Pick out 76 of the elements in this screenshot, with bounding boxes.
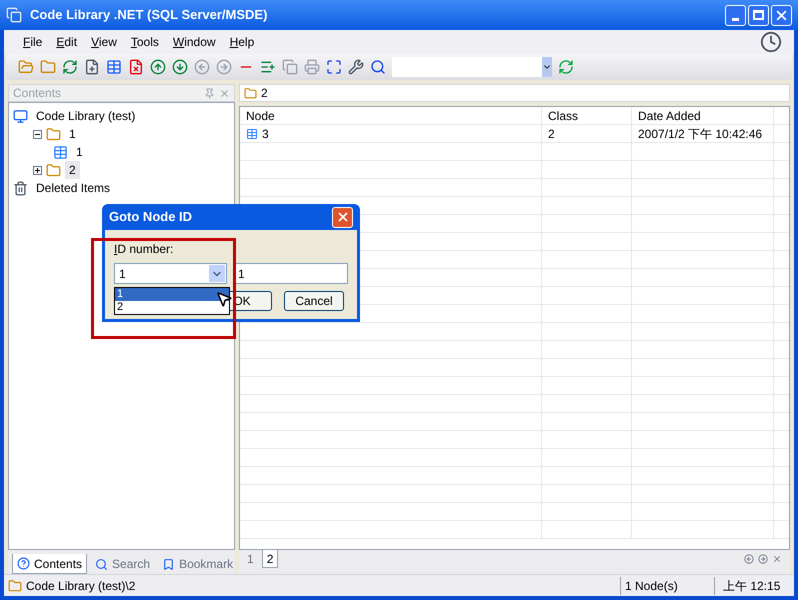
expander-icon[interactable] <box>33 130 42 138</box>
delete-file-icon[interactable] <box>128 59 144 75</box>
column-header[interactable]: Node <box>240 107 542 124</box>
pin-icon[interactable] <box>204 88 215 98</box>
expander-icon[interactable] <box>33 166 42 174</box>
fit-icon[interactable] <box>326 59 342 75</box>
minimize-icon <box>732 18 739 20</box>
folder-icon <box>8 578 22 592</box>
document-title: 2 <box>261 85 268 102</box>
scroll-left-icon[interactable] <box>744 554 754 564</box>
panel-tab[interactable]: Bookmark <box>158 554 238 574</box>
open-folder-icon[interactable] <box>18 59 34 75</box>
menu-item[interactable]: Tools <box>124 33 166 51</box>
tree-item[interactable]: Code Library (test) <box>32 107 140 125</box>
table-icon <box>53 144 68 160</box>
close-button[interactable] <box>332 206 353 228</box>
minimize-button[interactable] <box>725 4 746 26</box>
clock-icon <box>760 31 782 53</box>
column-header[interactable]: Class <box>542 107 632 124</box>
id-field[interactable]: 1 <box>233 263 348 284</box>
tools-icon[interactable] <box>348 59 364 75</box>
panel-tab[interactable]: Search <box>91 554 154 574</box>
help-book-icon <box>17 557 30 570</box>
trash-icon <box>13 180 28 196</box>
computer-icon <box>13 108 28 124</box>
document-tab[interactable]: 2 <box>262 550 278 568</box>
tree-item[interactable]: 2 <box>65 161 80 179</box>
dropdown-option[interactable]: 1 <box>115 288 229 301</box>
printer-icon[interactable] <box>304 59 320 75</box>
search-icon[interactable] <box>370 59 386 75</box>
sync-icon[interactable] <box>558 59 574 75</box>
menu-item[interactable]: View <box>84 33 124 51</box>
menu-item[interactable]: Window <box>166 33 223 51</box>
document-tab[interactable]: 1 <box>243 550 258 568</box>
close-button[interactable] <box>771 4 792 26</box>
table-icon <box>246 128 258 140</box>
close-icon <box>336 210 350 224</box>
window-title: Code Library .NET (SQL Server/MSDE) <box>30 6 268 24</box>
status-time: 上午 12:15 <box>714 576 790 594</box>
close-icon[interactable] <box>219 88 230 98</box>
add-list-icon[interactable] <box>260 59 276 75</box>
table-cell: 2 <box>542 125 632 142</box>
folder-icon <box>46 162 61 178</box>
id-combo[interactable]: 1 <box>114 263 227 284</box>
dialog-button[interactable]: Cancel <box>284 291 344 311</box>
refresh-icon[interactable] <box>62 59 78 75</box>
forward-icon[interactable] <box>216 59 232 75</box>
panel-title: Contents <box>13 85 62 102</box>
tree-item[interactable]: 1 <box>72 143 87 161</box>
table-icon[interactable] <box>106 59 122 75</box>
panel-tab[interactable]: Contents <box>12 554 88 574</box>
folder-icon[interactable] <box>40 59 56 75</box>
close-icon[interactable] <box>772 554 782 564</box>
status-count: 1 Node(s) <box>620 576 710 594</box>
dialog-title: Goto Node ID <box>109 208 192 226</box>
folder-icon <box>244 86 257 100</box>
scroll-right-icon[interactable] <box>758 554 768 564</box>
maximize-icon <box>753 10 764 20</box>
tree-item[interactable]: Deleted Items <box>32 179 114 197</box>
table-cell: 2007/1/2 下午 10:42:46 <box>632 125 774 142</box>
copy-icon[interactable] <box>282 59 298 75</box>
bookmark-icon <box>162 558 176 570</box>
column-header[interactable]: Date Added <box>632 107 774 124</box>
folder-icon <box>46 126 61 142</box>
menu-item[interactable]: Help <box>222 33 262 51</box>
back-icon[interactable] <box>194 59 210 75</box>
status-path: Code Library (test)\2 <box>26 578 136 594</box>
new-file-icon[interactable] <box>84 59 100 75</box>
search-icon <box>95 558 108 570</box>
table-cell: 3 <box>240 125 542 142</box>
tree-item[interactable]: 1 <box>65 125 80 143</box>
maximize-button[interactable] <box>748 4 769 26</box>
menu-item[interactable]: Edit <box>49 33 84 51</box>
field-label: ID number: <box>114 241 174 258</box>
app-icon <box>6 7 22 23</box>
menu-item[interactable]: File <box>16 33 50 51</box>
